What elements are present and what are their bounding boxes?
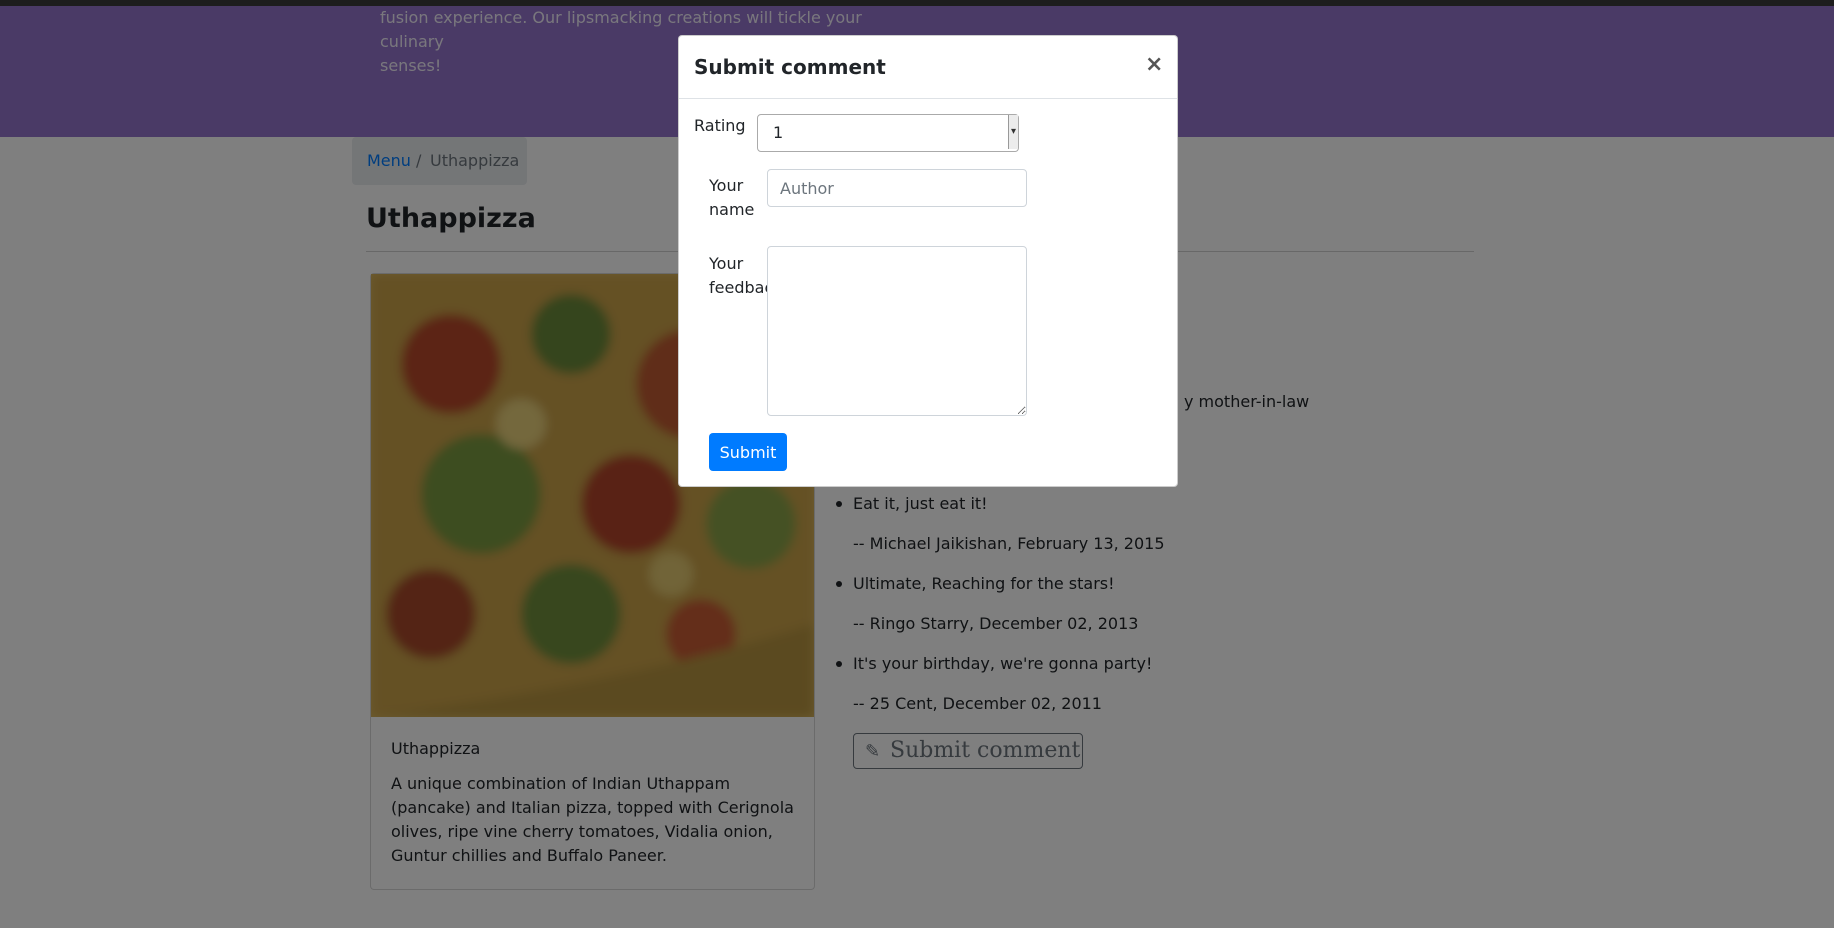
name-label: Your name — [709, 176, 755, 219]
modal-title: Submit comment — [694, 55, 886, 79]
submit-comment-modal: Submit comment × Rating 1 ▾ Your name Yo… — [678, 35, 1178, 487]
rating-label: Rating — [694, 116, 746, 135]
rating-select[interactable]: 1 ▾ — [757, 114, 1019, 152]
rating-select-value: 1 — [773, 123, 784, 142]
submit-button[interactable]: Submit — [709, 433, 787, 471]
chevron-down-icon[interactable]: ▾ — [1008, 115, 1018, 149]
feedback-textarea[interactable] — [767, 246, 1027, 416]
author-input[interactable] — [767, 169, 1027, 207]
feedback-label: Your feedback — [709, 254, 767, 297]
close-icon[interactable]: × — [1145, 52, 1163, 77]
modal-header-divider — [679, 98, 1177, 99]
